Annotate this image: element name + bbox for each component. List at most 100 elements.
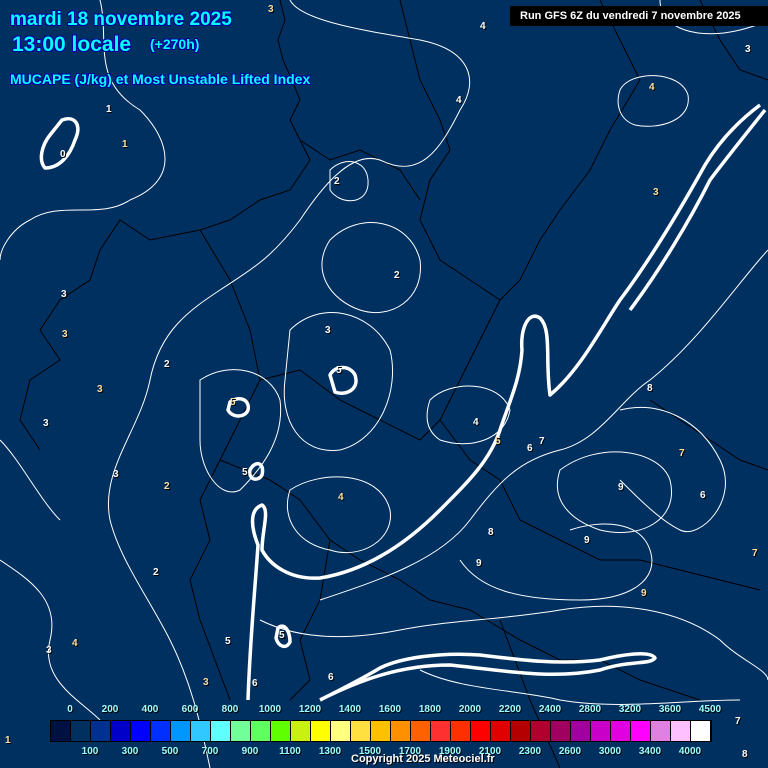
contour-label: 3: [46, 645, 52, 656]
legend-label: 2200: [498, 704, 522, 715]
forecast-time: 13:00 locale: [12, 33, 132, 56]
contour-label: 7: [752, 548, 758, 559]
contour-label: 3: [268, 4, 274, 15]
legend-label: 500: [161, 746, 179, 757]
legend-swatch: [691, 721, 711, 741]
contour-label: 1: [5, 735, 11, 746]
legend-swatch: [291, 721, 311, 741]
contour-label: 2: [164, 359, 170, 370]
legend-swatch: [371, 721, 391, 741]
contour-label: 0: [60, 149, 66, 160]
legend-swatch: [471, 721, 491, 741]
contour-label: 6: [252, 678, 258, 689]
legend-swatch: [191, 721, 211, 741]
contour-label: 2: [164, 481, 170, 492]
contour-label: 1: [122, 139, 128, 150]
contour-label: 3: [203, 677, 209, 688]
legend-swatch: [411, 721, 431, 741]
legend-label: 600: [181, 704, 199, 715]
contour-label: 5: [336, 365, 342, 376]
parameter-title: MUCAPE (J/kg) et Most Unstable Lifted In…: [10, 71, 311, 87]
contour-label: 2: [394, 270, 400, 281]
legend-label: 4000: [678, 746, 702, 757]
contour-label: 9: [641, 588, 647, 599]
model-run-label: Run GFS 6Z du vendredi 7 novembre 2025: [510, 6, 768, 26]
coastlines-borders: [19, 0, 768, 768]
legend-swatch: [351, 721, 371, 741]
legend-swatch: [431, 721, 451, 741]
contour-label: 3: [653, 187, 659, 198]
legend-swatch: [311, 721, 331, 741]
legend-label: 3400: [638, 746, 662, 757]
contour-label: 9: [618, 482, 624, 493]
legend-label: 3200: [618, 704, 642, 715]
legend-label: 700: [201, 746, 219, 757]
legend-label: 2300: [518, 746, 542, 757]
legend-label: 4500: [698, 704, 722, 715]
legend-label: 1600: [378, 704, 402, 715]
legend-label: 2000: [458, 704, 482, 715]
contour-label: 7: [679, 448, 685, 459]
contour-label: 5: [279, 630, 285, 641]
legend-swatch: [591, 721, 611, 741]
contour-label: 3: [61, 289, 67, 300]
legend-swatch: [511, 721, 531, 741]
contour-label: 3: [97, 384, 103, 395]
legend-label: 100: [81, 746, 99, 757]
contour-label: 9: [476, 558, 482, 569]
legend-label: 0: [67, 704, 73, 715]
legend-label: 900: [241, 746, 259, 757]
contour-label: 6: [700, 490, 706, 501]
legend-label: 2800: [578, 704, 602, 715]
contour-label: 8: [647, 383, 653, 394]
legend-swatch: [71, 721, 91, 741]
legend-label: 1000: [258, 704, 282, 715]
contour-label: 3: [62, 329, 68, 340]
contour-label: 4: [649, 82, 655, 93]
forecast-date: mardi 18 novembre 2025: [10, 9, 232, 30]
contour-label: 4: [338, 492, 344, 503]
weather-map: 3434411023233323585345677532964897929554…: [0, 0, 768, 768]
contour-label: 6: [527, 443, 533, 454]
legend-swatch: [571, 721, 591, 741]
legend-swatch: [51, 721, 71, 741]
legend-swatch: [91, 721, 111, 741]
legend-swatch: [151, 721, 171, 741]
legend-label: 2400: [538, 704, 562, 715]
legend-swatch: [531, 721, 551, 741]
legend-label: 1400: [338, 704, 362, 715]
contour-label: 4: [456, 95, 462, 106]
legend-swatch: [631, 721, 651, 741]
legend-swatch: [131, 721, 151, 741]
legend-label: 1800: [418, 704, 442, 715]
legend-label: 3600: [658, 704, 682, 715]
contour-label: 4: [473, 417, 479, 428]
contour-label: 3: [745, 44, 751, 55]
legend-swatch: [651, 721, 671, 741]
contour-label: 5: [495, 436, 501, 447]
legend-label: 1100: [279, 746, 301, 757]
legend-label: 2600: [558, 746, 582, 757]
color-legend: [50, 720, 712, 742]
lead-time: (+270h): [150, 36, 200, 52]
legend-swatch: [671, 721, 691, 741]
contour-label: 7: [539, 436, 545, 447]
legend-swatch: [271, 721, 291, 741]
contour-label: 3: [325, 325, 331, 336]
legend-swatch: [231, 721, 251, 741]
legend-label: 400: [141, 704, 159, 715]
contour-label: 2: [153, 567, 159, 578]
legend-swatch: [391, 721, 411, 741]
legend-swatch: [551, 721, 571, 741]
legend-swatch: [331, 721, 351, 741]
legend-swatch: [611, 721, 631, 741]
contour-label: 3: [43, 418, 49, 429]
legend-label: 300: [121, 746, 139, 757]
contour-label: 5: [242, 467, 248, 478]
legend-label: 800: [221, 704, 239, 715]
contour-label: 2: [334, 176, 340, 187]
contour-label: 6: [328, 672, 334, 683]
legend-swatch: [111, 721, 131, 741]
contour-label: 4: [72, 638, 78, 649]
contour-label: 4: [480, 21, 486, 32]
